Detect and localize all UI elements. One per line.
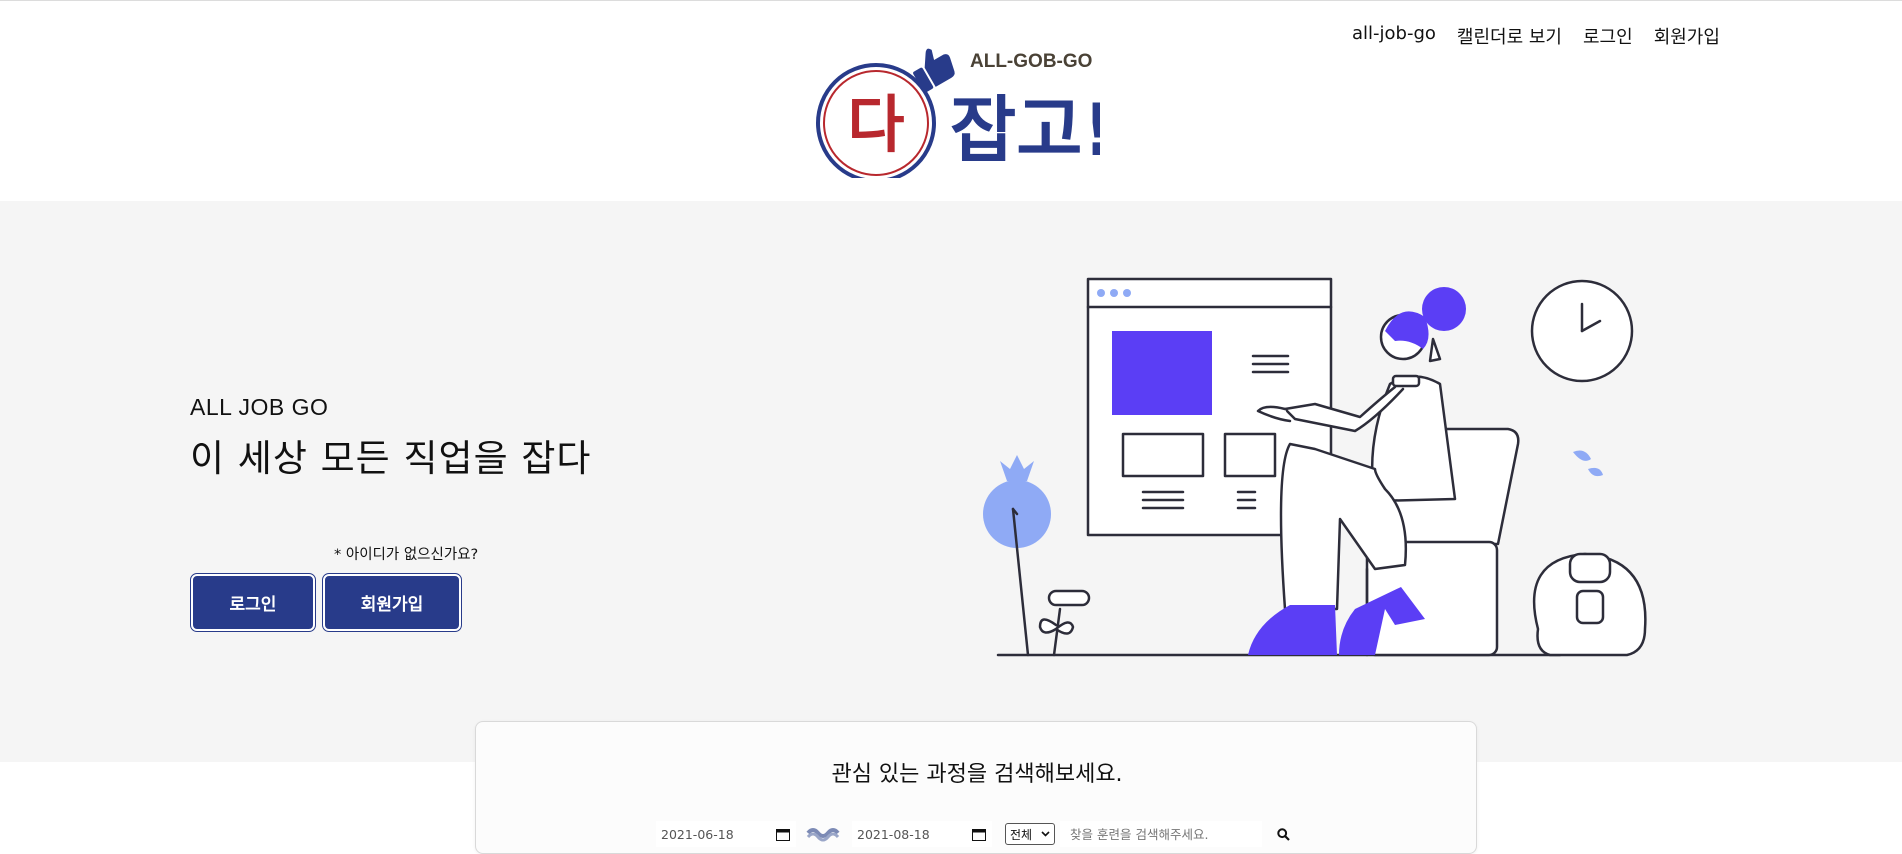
hero-kicker: ALL JOB GO [190, 394, 329, 420]
nav-login-link[interactable]: 로그인 [1583, 23, 1633, 49]
wave-separator-icon [806, 828, 840, 842]
search-icon [1276, 827, 1290, 841]
top-nav: all-job-go 캘린더로 보기 로그인 회원가입 [1352, 23, 1720, 49]
signup-button[interactable]: 회원가입 [322, 573, 462, 632]
hero-section: ALL JOB GO 이 세상 모든 직업을 잡다 * 아이디가 없으신가요? … [0, 201, 1902, 762]
login-button[interactable]: 로그인 [190, 573, 316, 632]
site-logo[interactable]: 다 ALL-GOB-GO 잡고! [810, 43, 1100, 178]
start-date-value: 2021-06-18 [661, 826, 734, 842]
course-search-panel: 관심 있는 과정을 검색해보세요. 2021-06-18 2021-08-18 … [475, 721, 1477, 854]
clock-icon [1530, 279, 1634, 383]
site-header: 다 ALL-GOB-GO 잡고! all-job-go 캘린더로 보기 로그인 … [0, 1, 1902, 201]
calendar-icon[interactable] [776, 828, 790, 841]
nav-calendar-link[interactable]: 캘린더로 보기 [1457, 23, 1562, 49]
end-date-input[interactable]: 2021-08-18 [852, 821, 992, 847]
category-selected: 전체 [1010, 827, 1033, 842]
search-title: 관심 있는 과정을 검색해보세요. [831, 762, 1123, 787]
logo-circle-char: 다 [847, 88, 904, 161]
start-date-input[interactable]: 2021-06-18 [656, 821, 796, 847]
logo-brand-ko: 잡고! [950, 88, 1100, 172]
nav-signup-link[interactable]: 회원가입 [1654, 23, 1720, 49]
hero-illustration [983, 277, 1647, 657]
logo-brand-en: ALL-GOB-GO [970, 51, 1092, 72]
category-select[interactable]: 전체 [1005, 823, 1055, 845]
search-controls: 2021-06-18 2021-08-18 전체 [656, 821, 1296, 847]
end-date-value: 2021-08-18 [857, 826, 930, 842]
chevron-down-icon [1041, 831, 1050, 837]
signup-hint: * 아이디가 없으신가요? [334, 547, 479, 563]
search-input[interactable] [1060, 821, 1262, 847]
hero-title: 이 세상 모든 직업을 잡다 [190, 437, 592, 480]
calendar-icon[interactable] [972, 828, 986, 841]
nav-home-link[interactable]: all-job-go [1352, 23, 1436, 49]
search-button[interactable] [1270, 821, 1296, 847]
